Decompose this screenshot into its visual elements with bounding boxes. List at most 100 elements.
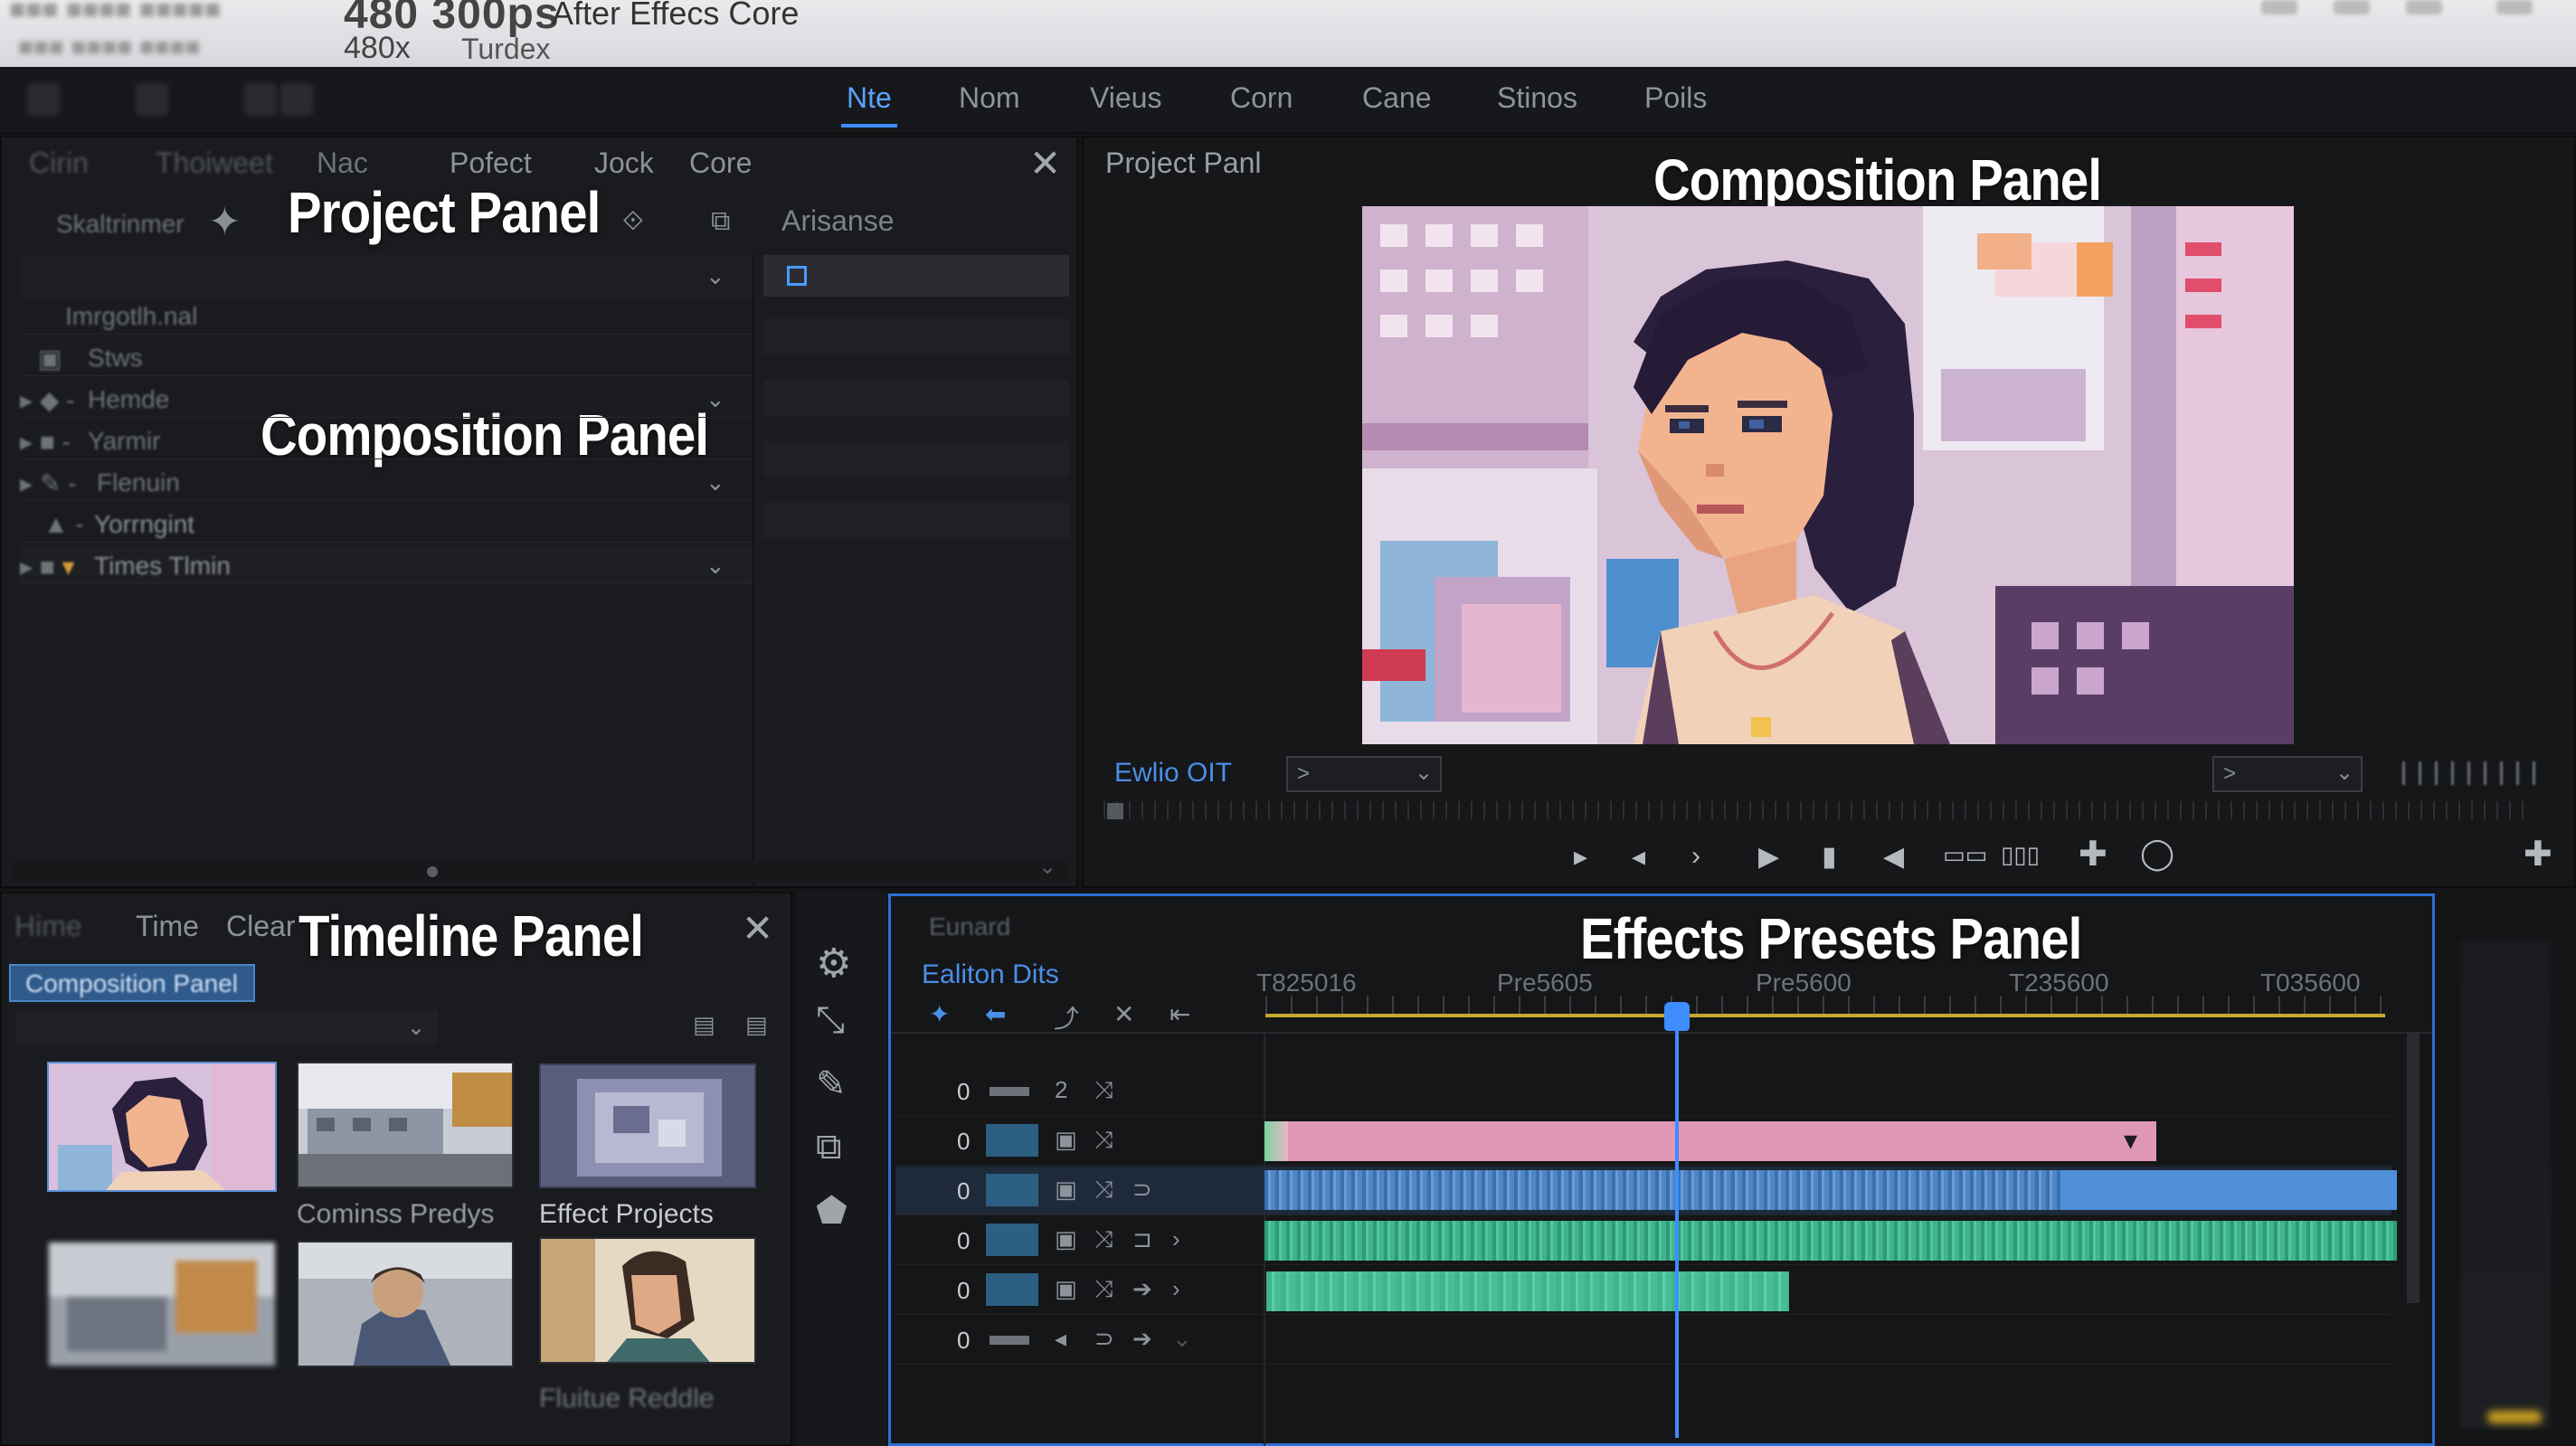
track-color-swatch[interactable] [986, 1124, 1038, 1157]
vertical-scrollbar[interactable] [2407, 1032, 2420, 1303]
list-item[interactable]: ▸ ✎ - Flenuin ⌄ [20, 463, 754, 501]
filter-dropdown[interactable]: ⌄ [16, 1011, 438, 1044]
ram-preview-icon[interactable]: ▯▯▯ [2001, 841, 2040, 869]
list-item[interactable]: ▸ ■ ▾ Times Tlmin ⌄ [20, 546, 754, 584]
horizontal-scrollbar[interactable]: ⌄ [11, 855, 1069, 881]
link-icon[interactable]: ⤨ [1094, 1126, 1113, 1155]
tab-nac[interactable]: Nac [317, 146, 368, 180]
window-control[interactable] [2334, 0, 2370, 14]
tab-pofect[interactable]: Pofect [450, 146, 532, 180]
workspace-tab-nte[interactable]: Nte [841, 81, 897, 128]
workspace-tab-poils[interactable]: Poils [1644, 81, 1707, 115]
eye-icon[interactable]: ▣ [1055, 1176, 1077, 1204]
hand-tool-icon[interactable] [244, 83, 277, 116]
composition-viewer[interactable] [1362, 206, 2294, 744]
selected-item-preview[interactable] [763, 255, 1069, 297]
view-dropdown[interactable]: > ⌄ [2212, 756, 2363, 792]
play-icon[interactable]: ▸ [1574, 841, 1587, 873]
new-folder-icon[interactable]: ⟐ [622, 206, 644, 237]
workspace-tab-cane[interactable]: Cane [1362, 81, 1432, 115]
layers-icon[interactable]: ⧉ [816, 1127, 842, 1167]
parent-icon[interactable]: ⊃ [1132, 1176, 1152, 1204]
eye-icon[interactable]: ▣ [1055, 1126, 1077, 1154]
audio-clip-green[interactable] [1264, 1221, 2397, 1261]
track-color-swatch[interactable] [986, 1224, 1038, 1256]
grid-view-icon[interactable]: ▤ [745, 1011, 768, 1039]
list-view-icon[interactable]: ▤ [693, 1011, 715, 1039]
checkbox-icon[interactable] [787, 266, 807, 286]
project-filter-row[interactable]: ⌄ [20, 255, 754, 297]
active-composition-tab[interactable]: Composition Panel [9, 964, 255, 1002]
list-item[interactable]: ▲ - Yorrngint [20, 505, 754, 543]
thumbnail-effects[interactable] [539, 1063, 756, 1188]
selection-tool-icon[interactable] [136, 83, 168, 116]
keyframe-icon[interactable]: ✦ [929, 999, 950, 1029]
workspace-tab-nom[interactable]: Nom [959, 81, 1020, 115]
blend-icon[interactable]: ⊐ [1132, 1225, 1152, 1253]
parent-icon[interactable]: ⊃ [1094, 1325, 1114, 1353]
thumbnail-person[interactable] [297, 1241, 514, 1367]
zoom-tool-icon[interactable] [280, 83, 313, 116]
stop-icon[interactable]: ▮ [1822, 841, 1837, 873]
list-item[interactable]: Imrgotlh.nal [20, 297, 754, 335]
track-color-swatch[interactable] [986, 1174, 1038, 1206]
channel-label[interactable]: Ewlio OIT [1114, 758, 1232, 789]
tab-blur[interactable]: Thoiweet [156, 146, 273, 180]
close-icon[interactable]: ✕ [742, 906, 773, 950]
pin-icon[interactable]: ✦ [208, 199, 242, 245]
transform-icon[interactable]: ⤡ [816, 1000, 845, 1041]
window-control[interactable] [2406, 0, 2442, 14]
playhead-handle[interactable] [1664, 1002, 1690, 1031]
audio-icon[interactable]: ◂ [1055, 1325, 1066, 1353]
tab-project-panl[interactable]: Project Panl [1105, 146, 1262, 180]
playhead-line[interactable] [1675, 1004, 1679, 1438]
expand-icon[interactable]: › [1172, 1275, 1180, 1303]
audio-clip-blue[interactable] [1264, 1170, 2397, 1210]
step-back-icon[interactable]: ◂ [1632, 841, 1645, 873]
workspace-tab-corn[interactable]: Corn [1230, 81, 1293, 115]
link-icon[interactable]: ⤨ [1094, 1076, 1113, 1105]
play-forward-icon[interactable]: ▶ [1758, 841, 1779, 873]
tab-time[interactable]: Time [136, 910, 199, 943]
loop-icon[interactable]: ▭▭ [1943, 841, 1987, 869]
link-icon[interactable]: ⤨ [1094, 1176, 1113, 1205]
zoom-dropdown[interactable]: > ⌄ [1286, 756, 1442, 792]
audio-clip-green-short[interactable] [1266, 1271, 1789, 1311]
pen-icon[interactable]: ✎ [816, 1063, 847, 1105]
list-item[interactable]: ▸ ◆ - Hemde ⌄ [20, 380, 754, 418]
add-marker-icon[interactable]: ✚ [2079, 834, 2107, 874]
tab-core[interactable]: Core [689, 146, 752, 180]
step-forward-icon[interactable]: › [1691, 841, 1700, 872]
back-arrow-icon[interactable]: ⬅ [985, 999, 1006, 1029]
link-icon[interactable]: ⤨ [1094, 1275, 1113, 1304]
track-row[interactable]: 0 ◂ ⊃ ➔ ⌄ [895, 1316, 2391, 1365]
gear-icon[interactable]: ⚙ [816, 940, 851, 987]
snapshot-icon[interactable]: ◯ [2140, 836, 2174, 872]
pink-clip[interactable]: ▾ [1264, 1121, 2156, 1161]
arrow-icon[interactable]: ➔ [1132, 1275, 1152, 1303]
tab-jock[interactable]: Jock [594, 146, 654, 180]
window-control[interactable] [2261, 0, 2297, 14]
workspace-tab-vieus[interactable]: Vieus [1090, 81, 1161, 115]
tab-clear[interactable]: Clear [226, 910, 295, 943]
edit-label[interactable]: Ealiton Dits [922, 959, 1059, 990]
close-icon[interactable]: ✕ [1029, 141, 1061, 185]
track-color-swatch[interactable] [986, 1273, 1038, 1306]
tab-hime[interactable]: Hime [14, 910, 82, 943]
trim-icon[interactable]: ⇤ [1170, 999, 1190, 1029]
track-row[interactable]: 0 2 ⤨ [895, 1067, 2391, 1116]
chevron-down-icon[interactable]: ▾ [2124, 1125, 2137, 1157]
close-icon[interactable]: ✕ [1113, 999, 1134, 1029]
eye-icon[interactable]: ▣ [1055, 1225, 1077, 1253]
expand-icon[interactable]: ⌄ [1172, 1325, 1192, 1353]
add-icon[interactable]: ✚ [2524, 834, 2552, 874]
track-number-icon[interactable]: 2 [1055, 1076, 1067, 1104]
shape-icon[interactable]: ⬟ [816, 1190, 848, 1232]
arrow-icon[interactable]: ➔ [1132, 1325, 1152, 1353]
home-icon[interactable] [27, 83, 60, 116]
new-item-icon[interactable]: ⧉ [711, 206, 730, 237]
thumbnail-portrait[interactable] [47, 1062, 277, 1192]
thumbnail-street[interactable] [297, 1062, 514, 1188]
expand-icon[interactable]: › [1172, 1225, 1180, 1253]
thumbnail-woman[interactable] [539, 1237, 756, 1364]
